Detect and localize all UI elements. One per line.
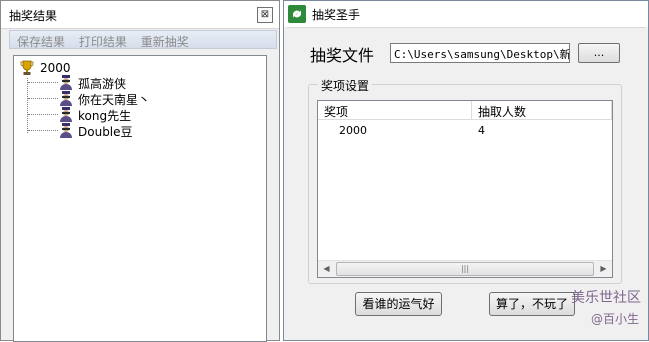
menu-print-results[interactable]: 打印结果	[79, 33, 127, 50]
cell-prize: 2000	[339, 124, 367, 137]
lottery-titlebar: 抽奖圣手	[284, 1, 648, 27]
tree-branch-line	[28, 114, 58, 115]
tree-node-winner[interactable]: kong先生	[28, 106, 248, 123]
tree-branch-line	[28, 130, 58, 131]
lottery-client-area: 抽奖文件 C:\Users\samsung\Desktop\新建 ... 奖项设…	[287, 27, 645, 331]
tree-node-winner[interactable]: Double豆	[28, 122, 248, 139]
scroll-thumb[interactable]: |||	[336, 262, 594, 276]
table-row[interactable]: 2000 4	[318, 123, 612, 141]
draw-lottery-button[interactable]: 看谁的运气好	[355, 292, 442, 316]
scroll-right-icon[interactable]: ▶	[595, 261, 612, 277]
menu-save-results[interactable]: 保存结果	[17, 33, 65, 50]
tree-node-winner[interactable]: 你在天南星丶	[28, 90, 248, 107]
tree-node-label: Double豆	[78, 125, 133, 139]
results-titlebar: 抽奖结果 ⊠	[1, 1, 279, 29]
watermark-text: 美乐世社区	[571, 290, 641, 306]
prize-list[interactable]: 奖项 抽取人数 2000 4 ◀ ||| ▶	[317, 100, 613, 278]
cell-count: 4	[478, 124, 485, 137]
browse-button[interactable]: ...	[578, 43, 620, 63]
results-window: 抽奖结果 ⊠ 保存结果 打印结果 重新抽奖 2000 孤高游侠 你在天南星丶 k…	[0, 0, 280, 342]
prize-settings-title: 奖项设置	[318, 77, 373, 94]
tree-branch-line	[28, 82, 58, 83]
file-path-field[interactable]: C:\Users\samsung\Desktop\新建	[390, 43, 570, 63]
user-icon	[60, 107, 72, 122]
quit-button[interactable]: 算了，不玩了	[489, 292, 575, 316]
tree-node-winner[interactable]: 孤高游侠	[28, 74, 248, 91]
watermark-handle: @百小生	[590, 312, 639, 326]
horizontal-scrollbar[interactable]: ◀ ||| ▶	[318, 260, 612, 277]
prize-list-header: 奖项 抽取人数	[318, 101, 612, 120]
user-icon	[60, 75, 72, 90]
prize-settings-group: 奖项设置 奖项 抽取人数 2000 4 ◀ ||| ▶	[308, 77, 622, 284]
close-button[interactable]: ⊠	[257, 7, 273, 23]
user-icon	[60, 91, 72, 106]
tree-branch-line	[28, 98, 58, 99]
lottery-window-title: 抽奖圣手	[312, 8, 361, 22]
close-icon: ⊠	[260, 9, 270, 20]
file-label: 抽奖文件	[310, 46, 375, 65]
refresh-icon	[288, 5, 306, 23]
column-header-prize[interactable]: 奖项	[318, 101, 472, 120]
results-window-title: 抽奖结果	[9, 9, 58, 23]
results-tree[interactable]: 2000 孤高游侠 你在天南星丶 kong先生 Double豆	[13, 55, 267, 342]
menu-redraw[interactable]: 重新抽奖	[141, 33, 189, 50]
column-header-count[interactable]: 抽取人数	[472, 101, 612, 120]
scroll-left-icon[interactable]: ◀	[318, 261, 335, 277]
user-icon	[60, 123, 72, 138]
results-menubar: 保存结果 打印结果 重新抽奖	[9, 30, 277, 49]
tree-root-label: 2000	[40, 61, 71, 75]
